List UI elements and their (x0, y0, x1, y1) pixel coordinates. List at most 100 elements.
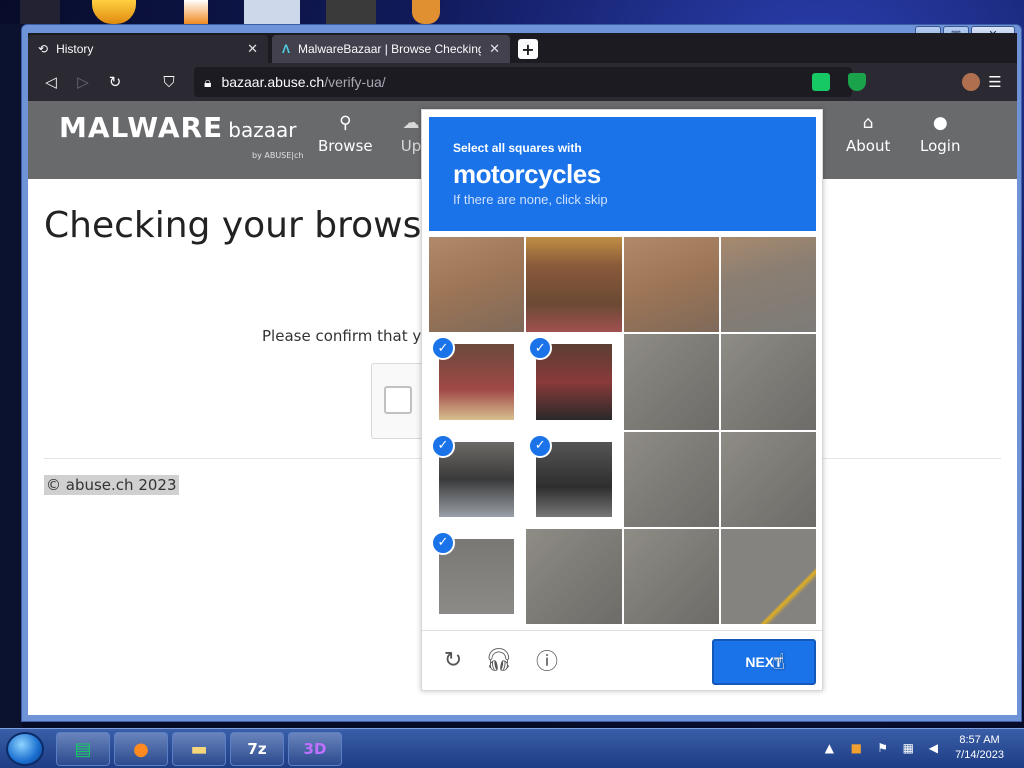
flag-icon[interactable]: ⚑ (877, 741, 888, 755)
captcha-tile[interactable] (623, 334, 719, 430)
mouse-cursor-icon: ☝ (772, 650, 786, 675)
new-tab-button[interactable]: + (518, 39, 538, 59)
desktop-icon[interactable] (184, 0, 208, 24)
captcha-tile-image (720, 528, 816, 624)
desktop-icon[interactable] (326, 0, 376, 24)
taskbar-app-3d-icon[interactable]: 3D (288, 732, 342, 766)
captcha-tile-image (623, 528, 719, 624)
site-favicon-icon: Λ (282, 42, 291, 56)
user-icon: ● (932, 113, 948, 133)
menu-label: Up (400, 137, 422, 155)
lock-icon: 🔒︎ (204, 73, 212, 90)
captcha-tile[interactable] (720, 237, 816, 333)
site-logo[interactable]: MALWARE bazaar by ABUSE|ch (59, 111, 303, 160)
tray-app-icon[interactable]: ■ (851, 741, 862, 755)
tab-bar: ⟲ History ✕ Λ MalwareBazaar | Browse Che… (28, 33, 1017, 63)
captcha-tile[interactable] (720, 334, 816, 430)
checkmark-icon: ✓ (431, 433, 455, 458)
desktop-left-edge (0, 24, 22, 728)
captcha-tile[interactable]: ✓ (526, 334, 621, 429)
captcha-grid: ✓ ✓ ✓ ✓ ✓ (429, 237, 816, 624)
menu-login[interactable]: ● Login (920, 113, 960, 155)
logo-main: MALWARE (59, 111, 224, 144)
taskbar-app-notes-icon[interactable]: ▤ (56, 732, 110, 766)
captcha-tile-image (526, 528, 622, 624)
desktop-icon[interactable] (20, 0, 60, 24)
network-icon[interactable]: ▦ (903, 741, 914, 755)
forward-icon[interactable]: ▷ (72, 71, 94, 93)
tab-title: MalwareBazaar | Browse Checking (298, 42, 482, 56)
menu-browse[interactable]: ⚲ Browse (318, 113, 373, 155)
captcha-tile-image (623, 431, 719, 527)
extension-icon[interactable] (812, 73, 830, 91)
captcha-target: motorcycles (453, 159, 601, 189)
captcha-tile[interactable] (720, 528, 816, 624)
tray-arrow-icon[interactable]: ▲ (825, 741, 834, 755)
logo-by: by ABUSE|ch (252, 151, 304, 160)
history-icon: ⟲ (38, 42, 49, 56)
reload-icon[interactable]: ↻ (104, 71, 126, 93)
captcha-tile-image (720, 431, 816, 527)
captcha-tile[interactable] (526, 528, 622, 624)
logo-sub: bazaar (228, 118, 297, 142)
captcha-tile[interactable]: ✓ (429, 432, 524, 527)
menu-label: About (846, 137, 891, 155)
checkmark-icon: ✓ (528, 433, 553, 458)
next-button[interactable]: NEXT (712, 639, 816, 685)
shield-extension-icon[interactable] (848, 73, 866, 91)
captcha-tile-image (526, 237, 622, 333)
captcha-tile[interactable]: ✓ (429, 334, 524, 429)
search-icon: ⚲ (339, 113, 352, 133)
captcha-tile-image (623, 237, 719, 333)
tab-title: History (56, 42, 94, 56)
captcha-tile-image (623, 334, 719, 430)
captcha-tile[interactable] (526, 237, 622, 333)
volume-icon[interactable]: ◀ (929, 741, 938, 755)
captcha-tile-image (720, 237, 816, 333)
audio-headphones-icon[interactable]: 🎧︎ (485, 647, 513, 673)
taskbar: ▤ ● ▬ 7z 3D ▲ ■ ⚑ ▦ ◀ 8:57 AM 7/14/2023 (0, 728, 1024, 768)
tab-history[interactable]: ⟲ History ✕ (28, 35, 268, 63)
captcha-tile[interactable] (623, 528, 719, 624)
captcha-header: Select all squares with motorcycles If t… (429, 117, 816, 231)
captcha-tile[interactable] (429, 237, 525, 333)
captcha-tile-image (429, 237, 525, 333)
captcha-tile[interactable] (623, 431, 719, 527)
desktop-icon[interactable] (412, 0, 440, 24)
clock-time: 8:57 AM (959, 734, 1000, 746)
clock[interactable]: 8:57 AM 7/14/2023 (955, 733, 1004, 763)
url-bar[interactable]: 🔒︎ bazaar.abuse.ch/verify-ua/ (194, 67, 852, 97)
taskbar-app-firefox-icon[interactable]: ● (114, 732, 168, 766)
taskbar-app-explorer-icon[interactable]: ▬ (172, 732, 226, 766)
footer-copyright: © abuse.ch 2023 (44, 475, 179, 495)
profile-avatar-icon[interactable] (962, 73, 980, 91)
tab-close-icon[interactable]: ✕ (247, 41, 258, 57)
url-host: bazaar.abuse.ch (221, 74, 325, 90)
building-icon: ⌂ (862, 113, 874, 133)
menu-icon[interactable]: ☰ (984, 71, 1006, 93)
tab-close-icon[interactable]: ✕ (489, 41, 500, 57)
menu-upload[interactable]: ☁ Up (400, 113, 422, 155)
clock-date: 7/14/2023 (955, 749, 1004, 761)
taskbar-app-7zip-icon[interactable]: 7z (230, 732, 284, 766)
menu-about[interactable]: ⌂ About (846, 113, 890, 155)
upload-cloud-icon: ☁ (402, 113, 420, 133)
confirm-text: Please confirm that you (262, 327, 440, 345)
captcha-skip-hint: If there are none, click skip (453, 192, 608, 207)
tab-malwarebazaar[interactable]: Λ MalwareBazaar | Browse Checking ✕ (272, 35, 510, 63)
captcha-challenge: Select all squares with motorcycles If t… (421, 109, 823, 691)
reload-challenge-icon[interactable]: ↻ (440, 647, 466, 673)
bookmark-icon[interactable]: ⛉ (158, 71, 180, 93)
captcha-tile[interactable]: ✓ (526, 432, 621, 527)
desktop-icon[interactable] (92, 0, 136, 24)
captcha-tile-image (720, 334, 816, 430)
desktop-icon[interactable] (244, 0, 300, 24)
back-icon[interactable]: ◁ (40, 71, 62, 93)
captcha-tile[interactable] (623, 237, 719, 333)
captcha-tile[interactable]: ✓ (429, 529, 524, 624)
page-title: Checking your brows (44, 205, 422, 246)
start-button[interactable] (6, 732, 44, 766)
info-icon[interactable]: ⓘ (534, 647, 560, 675)
captcha-tile[interactable] (720, 431, 816, 527)
captcha-checkbox[interactable] (384, 386, 412, 414)
